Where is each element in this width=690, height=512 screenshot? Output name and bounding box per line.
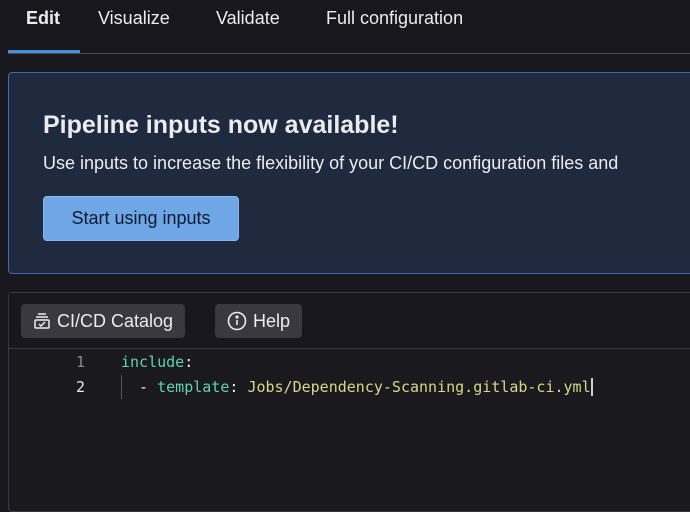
text-cursor xyxy=(590,378,593,397)
tab-full-configuration[interactable]: Full configuration xyxy=(326,8,463,29)
yaml-key: include xyxy=(121,353,185,371)
banner-title: Pipeline inputs now available! xyxy=(43,111,399,139)
start-using-inputs-button[interactable]: Start using inputs xyxy=(43,196,239,241)
yaml-dash: - xyxy=(121,377,158,396)
active-tab-indicator xyxy=(8,50,80,53)
yaml-colon: : xyxy=(184,353,194,371)
editor-toolbar: CI/CD Catalog Help xyxy=(9,293,690,349)
code-line[interactable]: 1 include: xyxy=(9,350,690,374)
info-icon xyxy=(227,311,247,331)
catalog-icon xyxy=(34,313,50,329)
code-line[interactable]: 2 - template: Jobs/Dependency-Scanning.g… xyxy=(9,375,690,399)
tab-validate[interactable]: Validate xyxy=(216,8,280,29)
tab-visualize[interactable]: Visualize xyxy=(98,8,170,29)
tab-edit[interactable]: Edit xyxy=(26,8,60,29)
line-number: 2 xyxy=(75,378,85,396)
yaml-value: Jobs/Dependency-Scanning.gitlab-ci.yml xyxy=(247,377,591,396)
help-label: Help xyxy=(253,310,291,331)
banner-description: Use inputs to increase the flexibility o… xyxy=(43,153,619,173)
code-editor: CI/CD Catalog Help 1 include: 2 - templa… xyxy=(8,292,690,512)
tab-bar: Edit Visualize Validate Full configurati… xyxy=(8,0,690,54)
help-button[interactable]: Help xyxy=(215,304,303,338)
pipeline-inputs-banner: Pipeline inputs now available! Use input… xyxy=(8,72,690,274)
ci-cd-catalog-button[interactable]: CI/CD Catalog xyxy=(21,304,186,338)
catalog-label: CI/CD Catalog xyxy=(57,310,174,331)
yaml-key: template xyxy=(157,377,230,396)
line-number: 1 xyxy=(75,353,85,371)
yaml-colon: : xyxy=(229,377,248,396)
